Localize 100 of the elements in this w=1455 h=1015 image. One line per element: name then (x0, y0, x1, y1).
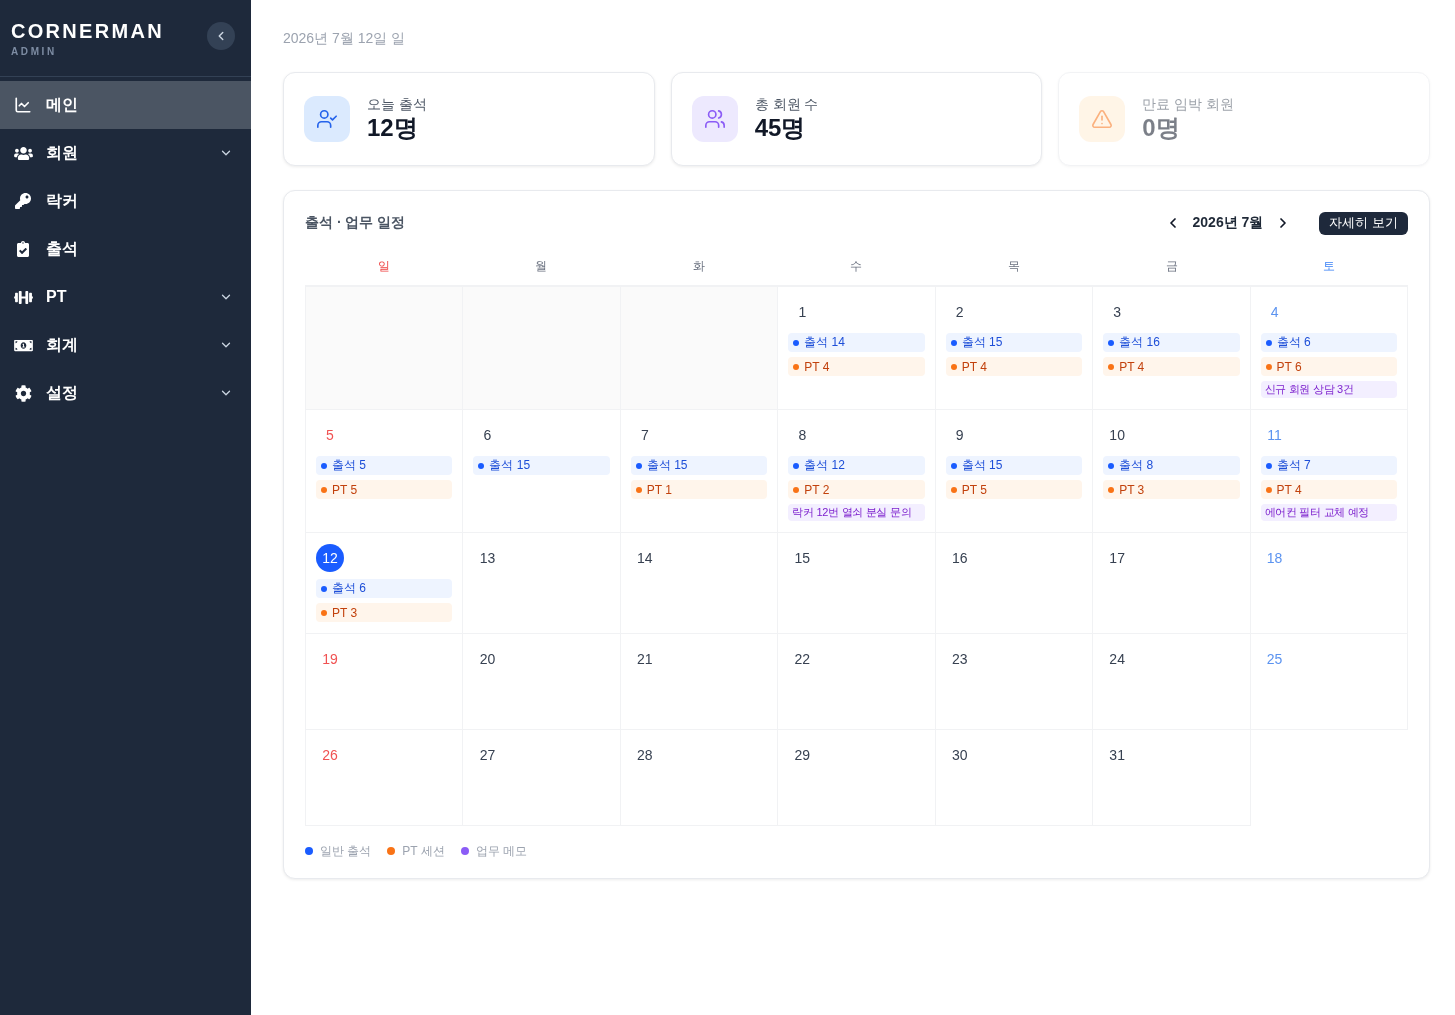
dot-icon (793, 486, 800, 493)
day-number: 16 (950, 549, 969, 568)
event-label: 출석 12 (804, 457, 845, 474)
line-chart-icon (14, 96, 32, 114)
dot-icon (950, 363, 957, 370)
sidebar-item[interactable]: 회계 (0, 321, 251, 369)
dot-icon (1108, 486, 1115, 493)
event-label: 출석 6 (1276, 334, 1311, 351)
weekday-label: 금 (1165, 258, 1178, 275)
day-number: 22 (793, 650, 812, 669)
dot-icon (1265, 339, 1272, 346)
dot-icon (321, 486, 327, 493)
event-label: PT 5 (961, 482, 987, 497)
day-number: 19 (321, 650, 339, 669)
sidebar-item[interactable]: PT (0, 273, 251, 321)
day-number: 9 (954, 426, 965, 445)
day-number: 30 (950, 746, 969, 765)
day-number: 31 (1108, 746, 1126, 765)
sidebar-item[interactable]: 설정 (0, 369, 251, 417)
event-label: PT 4 (961, 359, 987, 374)
date-label: 2026년 7월 12일 일 (283, 29, 407, 48)
event-label: 출석 6 (332, 580, 366, 597)
day-number: 3 (1112, 303, 1123, 322)
calendar-title: 출석 · 업무 일정 (305, 214, 406, 232)
dot-icon (1265, 462, 1272, 469)
event-label: 출석 15 (489, 457, 531, 474)
event-label: 출석 7 (1276, 457, 1311, 474)
memo-note: 락커 12번 열쇠 분실 문의 (788, 504, 925, 521)
weekday-label: 일 (377, 258, 390, 275)
legend-label: PT 세션 (402, 844, 445, 858)
dot-icon (1265, 486, 1272, 493)
key-icon (15, 193, 31, 209)
dot-icon (950, 339, 957, 346)
banknote-icon (13, 337, 33, 353)
day-number: 26 (321, 746, 339, 765)
event-label: 출석 15 (961, 334, 1003, 351)
event-label: 출석 15 (961, 457, 1003, 474)
day-number: 11 (1266, 426, 1283, 445)
legend-label: 업무 메모 (475, 844, 528, 858)
dot-icon (793, 363, 800, 370)
warning-icon (1079, 96, 1126, 142)
day-number: 5 (325, 426, 335, 445)
event-label: 출석 16 (1119, 334, 1160, 351)
day-number: 4 (1269, 303, 1280, 322)
logo-subtitle: ADMIN (11, 45, 57, 59)
collapse-button[interactable] (207, 22, 235, 50)
day-number: 17 (1108, 549, 1126, 568)
day-number: 12 (316, 544, 344, 572)
dot-icon (1108, 339, 1115, 346)
dot-icon (793, 339, 800, 346)
sidebar-item[interactable]: 출석 (0, 225, 251, 273)
day-number: 15 (793, 549, 812, 568)
sidebar-item[interactable]: 락커 (0, 177, 251, 225)
weekday-label: 토 (1323, 258, 1336, 275)
dot-icon (1108, 363, 1115, 370)
clipboard-check-icon (17, 241, 29, 257)
weekday-label: 수 (850, 258, 863, 275)
event-label: 출석 14 (804, 334, 845, 351)
day-number: 24 (1108, 650, 1126, 669)
dumbbell-icon (13, 289, 33, 305)
weekday-label: 화 (692, 258, 705, 275)
event-label: PT 4 (1119, 359, 1145, 374)
event-label: PT 2 (804, 482, 830, 497)
day-number: 6 (482, 426, 493, 445)
detail-button[interactable]: 자세히 보기 (1319, 211, 1408, 235)
dot-icon (321, 462, 327, 469)
event-label: PT 5 (332, 482, 358, 497)
memo-note: 에어컨 필터 교체 예정 (1260, 504, 1397, 521)
dot-icon (478, 462, 485, 469)
stat-label: 오늘 출석 (367, 95, 427, 113)
memo-note: 신규 회원 상담 3건 (1260, 381, 1397, 398)
event-label: PT 3 (1119, 482, 1145, 497)
stat-value: 45명 (754, 113, 806, 143)
dot-icon (635, 462, 642, 469)
event-label: PT 3 (332, 605, 358, 620)
day-number: 2 (954, 303, 965, 322)
event-label: PT 6 (1276, 359, 1302, 374)
dot-icon (1265, 363, 1272, 370)
day-number: 7 (639, 426, 650, 445)
event-label: 출석 5 (332, 457, 366, 474)
dot-icon (635, 486, 642, 493)
legend-label: 일반 출석 (320, 844, 372, 858)
dot-icon (321, 585, 327, 592)
stat-label: 만료 임박 회원 (1142, 95, 1235, 113)
day-number: 14 (636, 549, 654, 568)
day-number: 10 (1108, 426, 1126, 445)
day-number: 27 (478, 746, 497, 765)
sidebar-item[interactable]: 회원 (0, 129, 251, 177)
event-label: PT 4 (804, 359, 830, 374)
logo-title: CORNERMAN (11, 19, 164, 44)
dot-icon (321, 609, 327, 616)
sidebar-item[interactable]: 메인 (0, 81, 251, 129)
day-number: 13 (478, 549, 497, 568)
month-label: 2026년 7월 (1192, 214, 1264, 232)
day-number: 8 (797, 426, 808, 445)
dot-icon (1108, 462, 1115, 469)
dot-icon (950, 486, 957, 493)
dot-icon (950, 462, 957, 469)
event-label: 출석 8 (1119, 457, 1154, 474)
weekday-label: 목 (1008, 258, 1021, 275)
